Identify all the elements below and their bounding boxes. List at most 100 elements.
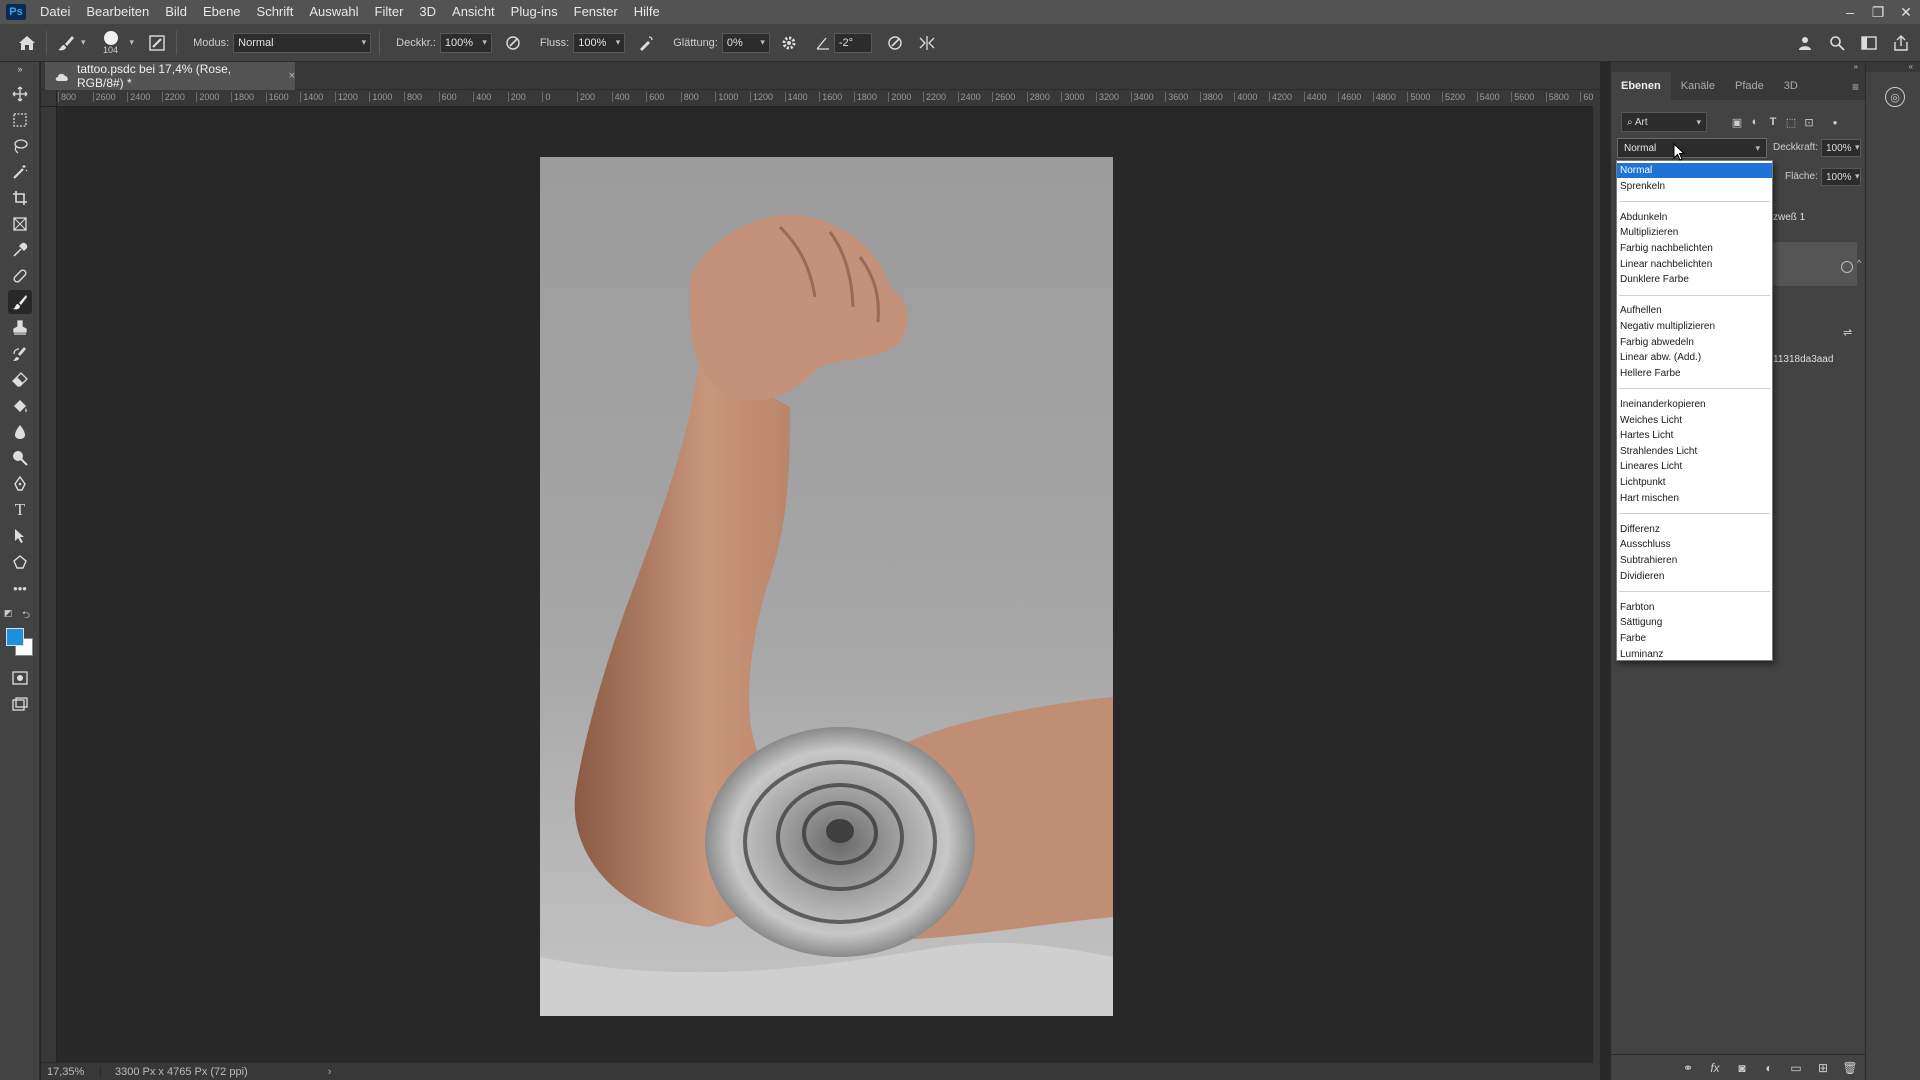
chevron-down-icon[interactable]: ▾ bbox=[1855, 142, 1860, 153]
magic-wand-tool-icon[interactable] bbox=[8, 160, 32, 184]
move-tool-icon[interactable] bbox=[8, 82, 32, 106]
smart-filter-icon[interactable] bbox=[1841, 261, 1853, 273]
blend-option-strahlendes-licht[interactable]: Strahlendes Licht bbox=[1617, 444, 1772, 459]
home-icon[interactable] bbox=[16, 32, 38, 54]
canvas-area[interactable] bbox=[57, 107, 1593, 1062]
tab-3d[interactable]: 3D bbox=[1774, 72, 1808, 100]
chevron-up-icon[interactable]: ^ bbox=[1857, 258, 1861, 268]
tab-ebenen[interactable]: Ebenen bbox=[1611, 72, 1671, 100]
paint-bucket-tool-icon[interactable] bbox=[8, 394, 32, 418]
brush-tool-icon[interactable] bbox=[8, 290, 32, 314]
expand-panels-icon[interactable]: « bbox=[1866, 62, 1920, 72]
filter-toggle-icon[interactable]: ● bbox=[1827, 114, 1843, 130]
fluss-input[interactable]: 100% ▾ bbox=[573, 32, 626, 53]
eraser-tool-icon[interactable] bbox=[8, 368, 32, 392]
filter-options-icon[interactable]: ⇌ bbox=[1843, 326, 1852, 339]
new-layer-icon[interactable]: ⊞ bbox=[1815, 1061, 1831, 1075]
shape-tool-icon[interactable] bbox=[8, 550, 32, 574]
pixel-filter-icon[interactable]: ▣ bbox=[1729, 114, 1745, 130]
blend-option-farbton[interactable]: Farbton bbox=[1617, 600, 1772, 615]
share-person-icon[interactable] bbox=[1794, 32, 1816, 54]
vertical-ruler[interactable] bbox=[41, 107, 57, 1062]
close-window-button[interactable]: ✕ bbox=[1892, 0, 1920, 24]
shape-filter-icon[interactable]: ⬚ bbox=[1783, 114, 1799, 130]
menu-plugins[interactable]: Plug-ins bbox=[503, 0, 566, 24]
blend-option-farbe[interactable]: Farbe bbox=[1617, 631, 1772, 646]
horizontal-ruler[interactable]: 800 2600 2400 2200 2000 1800 1600 1400 1200 1000 8… bbox=[57, 90, 1593, 107]
modus-select[interactable]: Normal ▾ bbox=[233, 32, 372, 53]
blend-option-hart-mischen[interactable]: Hart mischen bbox=[1617, 491, 1772, 506]
tab-pfade[interactable]: Pfade bbox=[1725, 72, 1774, 100]
foreground-color-swatch[interactable] bbox=[6, 628, 24, 646]
blend-option-abdunkeln[interactable]: Abdunkeln bbox=[1617, 210, 1772, 225]
blend-option-hartes-licht[interactable]: Hartes Licht bbox=[1617, 428, 1772, 443]
blend-option-ausschluss[interactable]: Ausschluss bbox=[1617, 537, 1772, 552]
blur-tool-icon[interactable] bbox=[8, 420, 32, 444]
angle-input[interactable]: -2° bbox=[833, 32, 872, 53]
workspace-icon[interactable] bbox=[1858, 32, 1880, 54]
blend-option-sättigung[interactable]: Sättigung bbox=[1617, 615, 1772, 630]
menu-schrift[interactable]: Schrift bbox=[249, 0, 302, 24]
zoom-level[interactable]: 17,35% bbox=[41, 1065, 101, 1078]
blend-option-normal[interactable]: Normal bbox=[1617, 163, 1772, 178]
glaettung-input[interactable]: 0% ▾ bbox=[721, 32, 770, 53]
ruler-origin[interactable] bbox=[41, 90, 57, 107]
menu-auswahl[interactable]: Auswahl bbox=[301, 0, 366, 24]
minimize-button[interactable]: – bbox=[1836, 0, 1864, 24]
layer-name[interactable]: 11318da3aad bbox=[1773, 354, 1833, 365]
layer-mask-icon[interactable]: ◙ bbox=[1734, 1061, 1750, 1075]
menu-bearbeiten[interactable]: Bearbeiten bbox=[78, 0, 157, 24]
menu-ebene[interactable]: Ebene bbox=[195, 0, 249, 24]
blend-option-linear-nachbelichten[interactable]: Linear nachbelichten bbox=[1617, 257, 1772, 272]
stamp-tool-icon[interactable] bbox=[8, 316, 32, 340]
brush-settings-icon[interactable] bbox=[146, 32, 168, 54]
brush-preset-icon[interactable] bbox=[55, 32, 77, 54]
type-filter-icon[interactable]: T bbox=[1765, 114, 1781, 130]
history-brush-tool-icon[interactable] bbox=[8, 342, 32, 366]
collapse-panel-icon[interactable]: » bbox=[1611, 62, 1866, 72]
brush-size-picker[interactable]: 104 bbox=[96, 30, 126, 55]
pen-tool-icon[interactable] bbox=[8, 472, 32, 496]
color-panel-icon[interactable]: ◎ bbox=[1885, 87, 1905, 107]
default-colors-icon[interactable]: ◩ bbox=[4, 608, 13, 619]
new-group-icon[interactable]: ▭ bbox=[1788, 1061, 1804, 1075]
blend-option-linear-abw-add-[interactable]: Linear abw. (Add.) bbox=[1617, 350, 1772, 365]
document-artwork[interactable] bbox=[540, 157, 1113, 1016]
symmetry-icon[interactable] bbox=[916, 32, 938, 54]
layer-style-icon[interactable]: fx bbox=[1707, 1061, 1723, 1075]
layer-filter-select[interactable]: ⌕ Art ▾ bbox=[1621, 112, 1707, 132]
blend-option-weiches-licht[interactable]: Weiches Licht bbox=[1617, 413, 1772, 428]
marquee-tool-icon[interactable] bbox=[8, 108, 32, 132]
chevron-down-icon[interactable]: ▾ bbox=[130, 37, 135, 48]
type-tool-icon[interactable]: T bbox=[8, 498, 32, 522]
more-tools-icon[interactable]: ••• bbox=[8, 576, 32, 600]
close-tab-icon[interactable]: × bbox=[289, 70, 295, 82]
blend-option-farbig-abwedeln[interactable]: Farbig abwedeln bbox=[1617, 335, 1772, 350]
link-layers-icon[interactable]: ⚭ bbox=[1680, 1061, 1696, 1075]
export-share-icon[interactable] bbox=[1890, 32, 1912, 54]
blend-option-aufhellen[interactable]: Aufhellen bbox=[1617, 303, 1772, 318]
menu-ansicht[interactable]: Ansicht bbox=[444, 0, 503, 24]
path-selection-tool-icon[interactable] bbox=[8, 524, 32, 548]
deckkraft-input[interactable]: 100% ▾ bbox=[439, 32, 492, 53]
chevron-down-icon[interactable]: ▾ bbox=[1855, 171, 1860, 182]
panel-menu-icon[interactable]: ≡ bbox=[1852, 80, 1859, 94]
blend-option-lineares-licht[interactable]: Lineares Licht bbox=[1617, 459, 1772, 474]
adjustment-filter-icon[interactable]: ◐ bbox=[1747, 114, 1763, 130]
blend-option-negativ-multiplizieren[interactable]: Negativ multiplizieren bbox=[1617, 319, 1772, 334]
blend-option-luminanz[interactable]: Luminanz bbox=[1617, 647, 1772, 662]
frame-tool-icon[interactable] bbox=[8, 212, 32, 236]
restore-button[interactable]: ❐ bbox=[1864, 0, 1892, 24]
document-tab[interactable]: tattoo.psdc bei 17,4% (Rose, RGB/8#) * × bbox=[45, 62, 295, 90]
chevron-down-icon[interactable]: ▾ bbox=[81, 37, 86, 48]
trash-icon[interactable]: 🗑 bbox=[1842, 1061, 1858, 1075]
menu-filter[interactable]: Filter bbox=[367, 0, 412, 24]
screen-mode-icon[interactable] bbox=[8, 692, 32, 716]
adjustment-layer-icon[interactable]: ◐ bbox=[1761, 1061, 1777, 1075]
eyedropper-tool-icon[interactable] bbox=[8, 238, 32, 262]
lasso-tool-icon[interactable] bbox=[8, 134, 32, 158]
healing-brush-tool-icon[interactable] bbox=[8, 264, 32, 288]
blend-option-multiplizieren[interactable]: Multiplizieren bbox=[1617, 225, 1772, 240]
search-icon[interactable] bbox=[1826, 32, 1848, 54]
layer-name[interactable]: zweß 1 bbox=[1773, 212, 1805, 223]
